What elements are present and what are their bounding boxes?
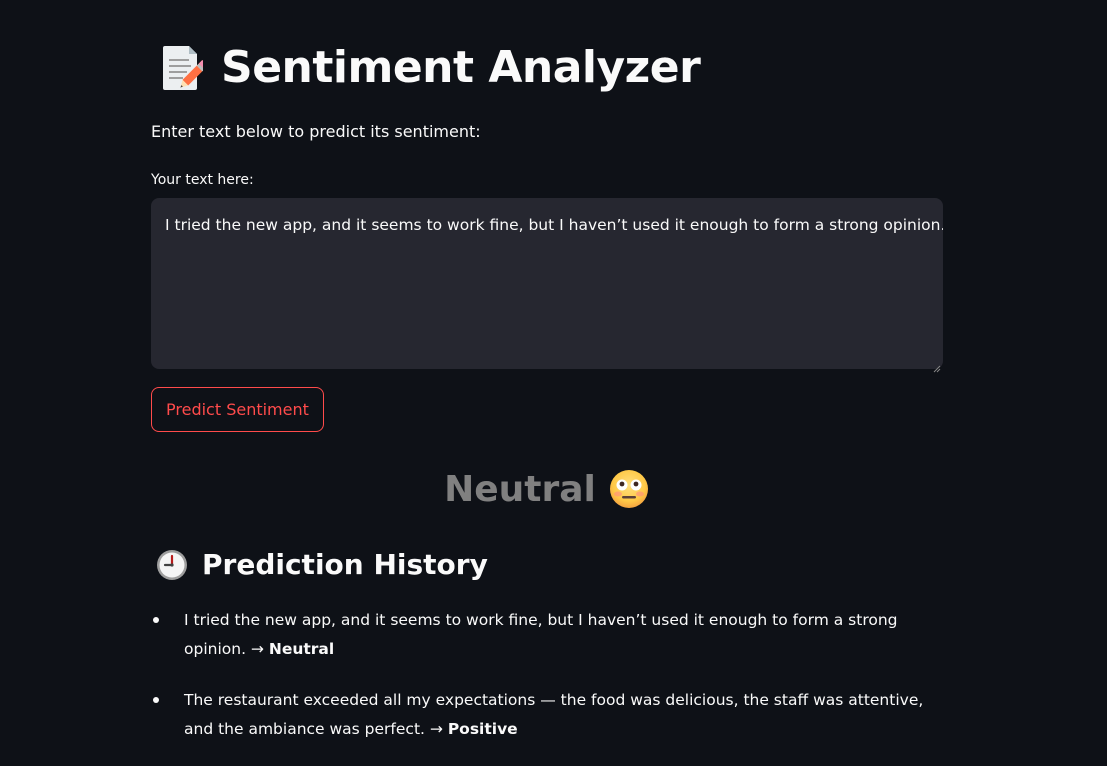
history-title: Prediction History — [202, 548, 488, 581]
result-label: Neutral — [444, 468, 596, 510]
predict-sentiment-button[interactable]: Predict Sentiment — [151, 387, 324, 432]
title-row: Sentiment Analyzer — [161, 42, 701, 93]
clock-icon — [156, 549, 188, 581]
history-header: Prediction History — [156, 548, 488, 581]
history-item-label: Positive — [447, 720, 518, 738]
bullet-icon — [153, 617, 159, 623]
history-list: I tried the new app, and it seems to wor… — [151, 606, 951, 766]
history-item-text: The restaurant exceeded all my expectati… — [184, 691, 924, 738]
history-item: The restaurant exceeded all my expectati… — [151, 686, 951, 744]
memo-pencil-icon — [161, 43, 208, 93]
history-item-label: Neutral — [268, 640, 335, 658]
neutral-face-icon — [608, 468, 650, 510]
intro-text: Enter text below to predict its sentimen… — [151, 122, 481, 141]
result-display: Neutral — [151, 468, 943, 510]
resize-handle-icon[interactable] — [933, 358, 941, 373]
bullet-icon — [153, 697, 159, 703]
sentiment-text-input[interactable]: I tried the new app, and it seems to wor… — [151, 198, 943, 369]
history-item: I tried the new app, and it seems to wor… — [151, 606, 951, 664]
text-input-label: Your text here: — [151, 172, 254, 188]
page-title: Sentiment Analyzer — [221, 42, 701, 93]
